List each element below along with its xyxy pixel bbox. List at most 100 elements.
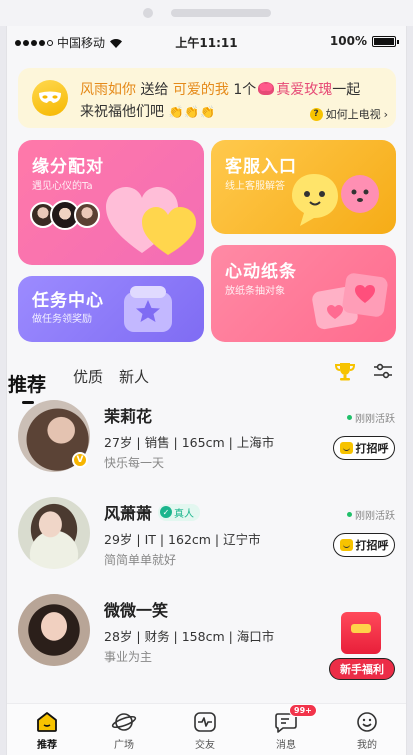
match-subtitle: 遇见心仪的Ta [32, 181, 93, 192]
how-to-tv-label: 如何上电视 [325, 108, 381, 121]
clap-icons: 👏👏👏 [168, 105, 217, 119]
feed-tools [334, 360, 394, 382]
user-info: 28岁 | 财务 | 158cm | 海口市 [104, 629, 275, 644]
user-name-text: 茉莉花 [104, 407, 153, 426]
user-name-text: 风萧萧 [104, 504, 153, 523]
note-title: 心动纸条 [225, 262, 297, 282]
how-to-tv-link[interactable]: ? 如何上电视 › [309, 106, 388, 122]
tabbar-label: 广场 [114, 740, 134, 751]
home-icon [37, 712, 57, 732]
user-motto: 简简单单就好 [104, 553, 177, 567]
banner-line-1: 风雨如你 送给 可爱的我 1个 真爱玫瑰一起 [80, 79, 360, 99]
user-name-text: 微微一笑 [104, 601, 169, 620]
match-card[interactable]: 缘分配对 遇见心仪的Ta [18, 140, 204, 265]
receiver-name[interactable]: 可爱的我 [173, 82, 229, 98]
user-motto: 快乐每一天 [104, 456, 165, 470]
question-icon: ? [309, 107, 323, 121]
tabbar-label: 消息 [276, 740, 296, 751]
user-name: 风萧萧 ✓ 真人 [104, 500, 201, 524]
vip-badge: V [72, 452, 88, 468]
avatar[interactable] [18, 594, 90, 666]
list-item[interactable]: 微微一笑 28岁 | 财务 | 158cm | 海口市 事业为主 新手福利 [7, 594, 406, 689]
tabbar-item-me[interactable]: 我的 [337, 710, 397, 751]
planet-icon [111, 713, 137, 731]
chevron-right-icon: › [383, 107, 388, 121]
verified-label: 真人 [174, 508, 195, 520]
online-dot-icon [347, 512, 352, 517]
note-subtitle: 放纸条抽对象 [225, 286, 285, 297]
hearts-icon [106, 187, 196, 255]
banner-line-2: 来祝福他们吧 👏👏👏 [80, 101, 216, 121]
filter-icon[interactable] [372, 360, 394, 382]
tabbar-item-friends[interactable]: 交友 [175, 710, 235, 751]
tab-newcomer[interactable]: 新人 [119, 366, 149, 387]
greet-button[interactable]: 打招呼 [333, 533, 395, 557]
list-item[interactable]: V 茉莉花 27岁 | 销售 | 165cm | 上海市 快乐每一天 刚刚活跃 … [7, 400, 406, 495]
tab-quality[interactable]: 优质 [73, 366, 103, 387]
tabbar-label: 我的 [357, 740, 377, 751]
user-name: 茉莉花 [104, 403, 152, 427]
speaker-slot [171, 9, 271, 17]
camera-dot [143, 8, 153, 18]
star-box-icon [124, 286, 172, 332]
tabbar-label: 推荐 [37, 740, 57, 751]
match-title: 缘分配对 [32, 157, 104, 177]
chat-bubbles-icon [292, 174, 379, 226]
device-frame-top [0, 0, 413, 26]
newbie-welfare-label: 新手福利 [329, 658, 395, 680]
task-card[interactable]: 任务中心 做任务领奖励 [18, 276, 204, 342]
user-name: 微微一笑 [104, 597, 168, 621]
tabbar-label: 交友 [195, 740, 215, 751]
user-motto: 事业为主 [104, 650, 153, 664]
task-title: 任务中心 [32, 291, 104, 311]
avatar[interactable] [18, 497, 90, 569]
wave-face-icon [339, 442, 353, 454]
check-shield-icon: ✓ [160, 506, 173, 518]
smile-icon [357, 712, 377, 732]
avatar [74, 202, 100, 228]
online-status-label: 刚刚活跃 [355, 511, 395, 522]
tabbar-item-messages[interactable]: 99+ 消息 [256, 704, 317, 751]
unread-badge: 99+ [289, 704, 317, 717]
tab-recommend[interactable]: 推荐 [8, 370, 46, 404]
bottom-tab-bar: 推荐 广场 交友 99+ 消息 我的 [7, 703, 406, 755]
avatar-stack [30, 200, 100, 230]
task-subtitle: 做任务领奖励 [32, 314, 92, 325]
greet-button[interactable]: 打招呼 [333, 436, 395, 460]
online-status: 刚刚活跃 [347, 507, 395, 522]
gift-broadcast-banner[interactable]: 风雨如你 送给 可爱的我 1个 真爱玫瑰一起 来祝福他们吧 👏👏👏 ? 如何上电视… [18, 68, 396, 128]
tabbar-item-square[interactable]: 广场 [94, 710, 154, 751]
service-subtitle: 线上客服解答 [225, 181, 285, 192]
phone-screen: 中国移动 上午11:11 100% 风雨如你 送给 可爱的我 1个 真爱玫瑰一起 … [6, 26, 407, 755]
red-packet-icon [341, 612, 381, 654]
tabbar-item-recommend[interactable]: 推荐 [17, 710, 77, 751]
battery-icon [372, 35, 399, 47]
heart-notes-icon [312, 273, 388, 330]
online-dot-icon [347, 415, 352, 420]
mask-icon [32, 80, 68, 116]
greet-label: 打招呼 [355, 539, 389, 552]
online-status: 刚刚活跃 [347, 410, 395, 425]
service-title: 客服入口 [225, 157, 297, 177]
greet-label: 打招呼 [355, 442, 389, 455]
list-item[interactable]: 风萧萧 ✓ 真人 29岁 | IT | 162cm | 辽宁市 简简单单就好 刚刚… [7, 497, 406, 592]
pulse-icon [194, 712, 216, 732]
banner-line-2-text: 来祝福他们吧 [80, 104, 164, 120]
gift-name: 真爱玫瑰 [276, 82, 333, 98]
gift-count: 1个 [233, 82, 257, 98]
verified-badge: ✓ 真人 [158, 503, 201, 521]
trophy-icon[interactable] [334, 360, 356, 382]
banner-suffix: 一起 [332, 82, 361, 98]
wave-face-icon [339, 539, 353, 551]
note-card[interactable]: 心动纸条 放纸条抽对象 [211, 245, 396, 342]
feed-tabs: 推荐 优质 新人 [8, 360, 149, 404]
banner-verb: 送给 [140, 82, 169, 98]
sender-name[interactable]: 风雨如你 [80, 82, 136, 98]
user-info: 27岁 | 销售 | 165cm | 上海市 [104, 435, 275, 450]
battery-percent: 100% [329, 34, 367, 48]
rose-icon [258, 82, 275, 95]
service-card[interactable]: 客服入口 线上客服解答 [211, 140, 396, 234]
user-info: 29岁 | IT | 162cm | 辽宁市 [104, 532, 261, 547]
status-bar: 中国移动 上午11:11 100% [7, 26, 406, 56]
newbie-welfare-button[interactable]: 新手福利 [329, 612, 395, 680]
